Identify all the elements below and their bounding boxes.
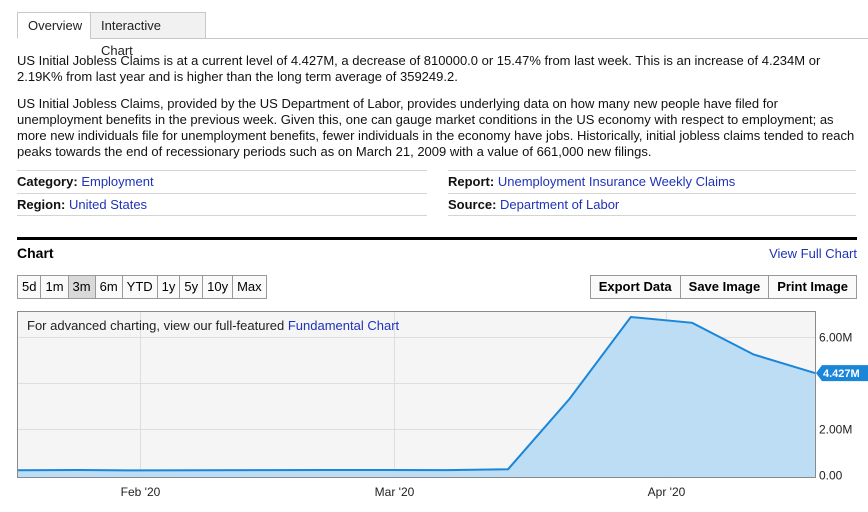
- category-label: Category:: [17, 174, 78, 189]
- chart-actions: Export Data Save Image Print Image: [589, 275, 857, 299]
- range-ytd-button[interactable]: YTD: [122, 276, 158, 298]
- print-image-button[interactable]: Print Image: [769, 276, 856, 298]
- fundamental-chart-link[interactable]: Fundamental Chart: [288, 318, 399, 333]
- x-tick-label: Apr '20: [648, 485, 686, 499]
- y-tick-label: 6.00M: [819, 331, 852, 345]
- range-3m-button[interactable]: 3m: [68, 276, 96, 298]
- section-divider: [17, 237, 857, 240]
- report-label: Report:: [448, 174, 495, 189]
- export-data-button[interactable]: Export Data: [590, 276, 681, 298]
- chart-container: 0.00 2.00M 6.00M Feb '20 Mar '20 Apr '20 4.4…: [0, 305, 868, 512]
- chart-section-title: Chart: [17, 245, 54, 261]
- category-link[interactable]: Employment: [81, 174, 153, 189]
- report-row: Report: Unemployment Insurance Weekly Cl…: [448, 170, 856, 193]
- range-max-button[interactable]: Max: [233, 276, 266, 298]
- source-row: Source: Department of Labor: [448, 193, 856, 216]
- y-tick-label: 0.00: [819, 469, 843, 483]
- view-full-chart-link[interactable]: View Full Chart: [769, 246, 857, 261]
- range-10y-button[interactable]: 10y: [203, 276, 234, 298]
- category-row: Category: Employment: [17, 170, 427, 193]
- y-axis-labels: 0.00 2.00M 6.00M: [819, 331, 852, 483]
- range-1m-button[interactable]: 1m: [41, 276, 69, 298]
- x-tick-label: Feb '20: [121, 485, 161, 499]
- advanced-charting-note: For advanced charting, view our full-fea…: [27, 318, 399, 333]
- region-row: Region: United States: [17, 193, 427, 216]
- x-tick-label: Mar '20: [375, 485, 415, 499]
- save-image-button[interactable]: Save Image: [680, 276, 770, 298]
- region-label: Region:: [17, 197, 66, 212]
- range-selector: 5d 1m 3m 6m YTD 1y 5y 10y Max: [17, 275, 267, 299]
- description-text: US Initial Jobless Claims, provided by t…: [17, 96, 855, 159]
- summary-text: US Initial Jobless Claims is at a curren…: [17, 53, 821, 84]
- tab-bar: Overview Interactive Chart: [17, 12, 868, 58]
- area-chart[interactable]: 0.00 2.00M 6.00M Feb '20 Mar '20 Apr '20 4.4…: [0, 305, 868, 512]
- x-axis-labels: Feb '20 Mar '20 Apr '20: [121, 485, 686, 499]
- range-1y-button[interactable]: 1y: [157, 276, 181, 298]
- last-value-label: 4.427M: [823, 368, 860, 380]
- range-6m-button[interactable]: 6m: [95, 276, 123, 298]
- last-value-tag: 4.427M: [816, 365, 868, 382]
- range-5d-button[interactable]: 5d: [18, 276, 42, 298]
- tab-interactive-chart[interactable]: Interactive Chart: [90, 12, 206, 58]
- source-link[interactable]: Department of Labor: [500, 197, 619, 212]
- advanced-charting-text: For advanced charting, view our full-fea…: [27, 318, 288, 333]
- tab-overview[interactable]: Overview: [17, 12, 91, 39]
- y-tick-label: 2.00M: [819, 423, 852, 437]
- source-label: Source:: [448, 197, 497, 212]
- range-5y-button[interactable]: 5y: [180, 276, 204, 298]
- region-link[interactable]: United States: [69, 197, 147, 212]
- report-link[interactable]: Unemployment Insurance Weekly Claims: [498, 174, 735, 189]
